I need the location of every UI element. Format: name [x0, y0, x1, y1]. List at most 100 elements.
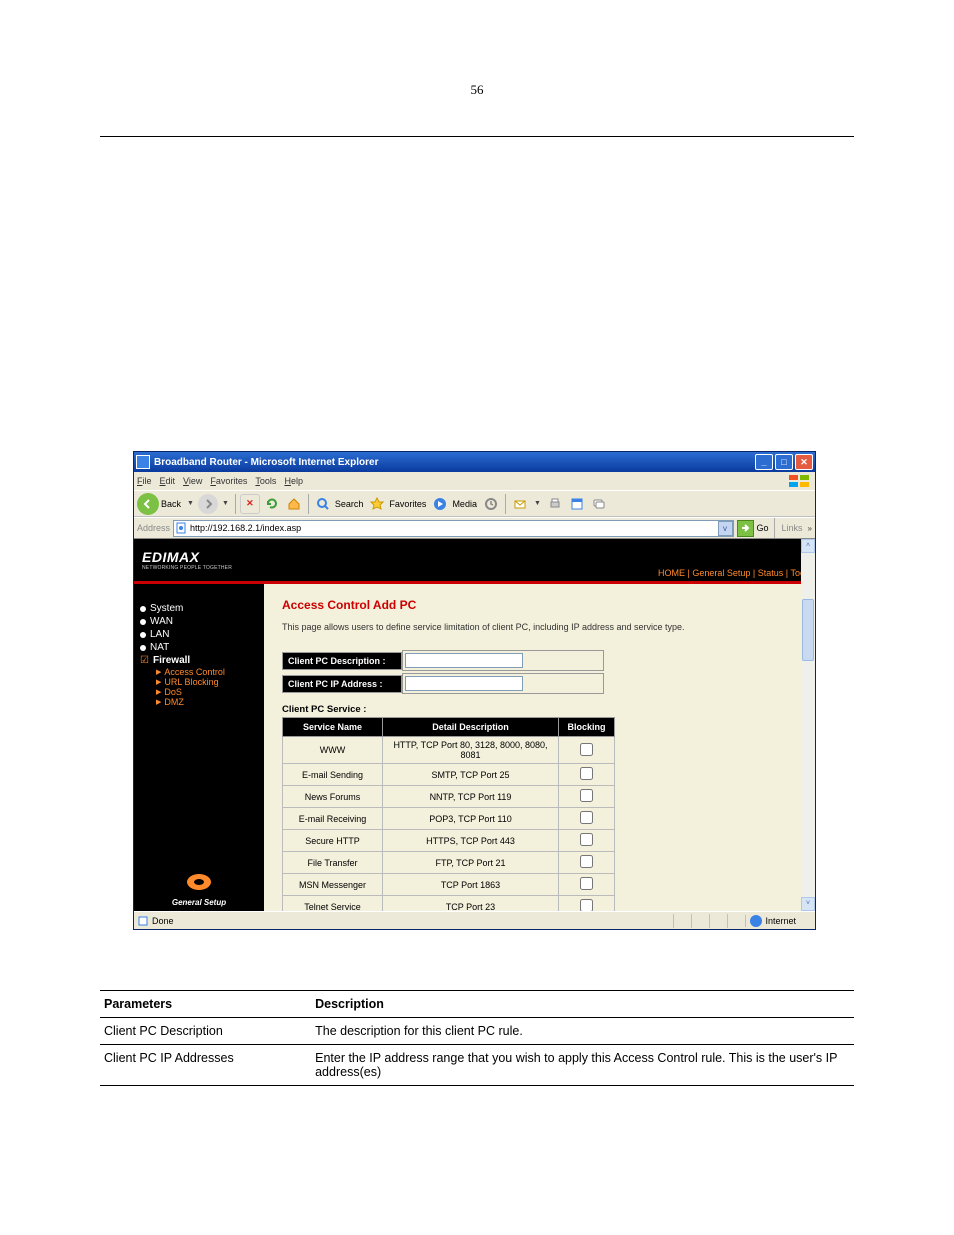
def-h2: Description — [311, 991, 854, 1018]
history-button[interactable] — [481, 494, 501, 514]
blocking-checkbox[interactable] — [580, 855, 593, 868]
cell-service-name: WWW — [283, 737, 383, 764]
forward-dropdown-icon[interactable]: ▼ — [222, 500, 229, 507]
blocking-checkbox[interactable] — [580, 743, 593, 756]
ie-window: Broadband Router - Microsoft Internet Ex… — [133, 451, 816, 930]
scroll-down-icon[interactable]: ˅ — [801, 897, 815, 911]
link-home[interactable]: HOME — [658, 568, 685, 578]
menu-favorites[interactable]: Favorites — [210, 476, 247, 486]
input-client-pc-description[interactable] — [405, 653, 523, 668]
bullet-icon — [140, 606, 146, 612]
back-dropdown-icon[interactable]: ▼ — [187, 500, 194, 507]
blocking-checkbox[interactable] — [580, 767, 593, 780]
maximize-button[interactable]: □ — [775, 454, 793, 470]
stop-button[interactable]: ✕ — [240, 494, 260, 514]
top-links: HOME | General Setup | Status | Tool — [658, 568, 807, 578]
blocking-checkbox[interactable] — [580, 833, 593, 846]
media-button[interactable] — [430, 494, 450, 514]
search-button[interactable] — [313, 494, 333, 514]
separator-icon — [505, 494, 506, 514]
sidebar-sub-dmz[interactable]: ▶DMZ — [156, 697, 258, 707]
triangle-icon: ▶ — [156, 678, 161, 686]
brand-logo: EDIMAX — [142, 549, 199, 565]
banner: EDIMAX NETWORKING PEOPLE TOGETHER HOME |… — [134, 539, 815, 581]
th-blocking: Blocking — [559, 718, 615, 737]
page-description: This page allows users to define service… — [282, 622, 797, 632]
media-label: Media — [452, 499, 477, 509]
blocking-checkbox[interactable] — [580, 811, 593, 824]
status-pane — [709, 914, 727, 928]
vertical-scrollbar[interactable]: ˄ ˅ — [801, 539, 815, 911]
menu-file[interactable]: File — [137, 476, 152, 486]
sidebar-item-system[interactable]: System — [140, 602, 258, 615]
globe-icon — [750, 915, 762, 927]
blocking-checkbox[interactable] — [580, 899, 593, 911]
cell-service-name: Telnet Service — [283, 896, 383, 912]
forward-button[interactable] — [198, 494, 218, 514]
triangle-icon: ▶ — [156, 668, 161, 676]
scroll-thumb[interactable] — [802, 599, 814, 661]
status-zone: Internet — [745, 915, 812, 927]
edit-button[interactable] — [567, 494, 587, 514]
refresh-button[interactable] — [262, 494, 282, 514]
sidebar-item-lan[interactable]: LAN — [140, 628, 258, 641]
blocking-checkbox[interactable] — [580, 877, 593, 890]
menu-view[interactable]: View — [183, 476, 202, 486]
def-r2a: Client PC IP Addresses — [100, 1045, 311, 1086]
cell-detail-description: TCP Port 23 — [383, 896, 559, 912]
sidebar-sub-url-blocking[interactable]: ▶URL Blocking — [156, 677, 258, 687]
gear-icon — [181, 869, 217, 895]
label-client-pc-ip: Client PC IP Address : — [282, 675, 402, 693]
table-row: E-mail ReceivingPOP3, TCP Port 110 — [283, 808, 615, 830]
ie-icon — [136, 455, 150, 469]
menu-bar: File Edit View Favorites Tools Help — [134, 472, 815, 490]
sidebar-sub-access-control[interactable]: ▶Access Control — [156, 667, 258, 677]
address-input[interactable] — [188, 523, 717, 533]
link-general-setup[interactable]: General Setup — [692, 568, 750, 578]
bullet-icon — [140, 619, 146, 625]
cell-blocking — [559, 808, 615, 830]
window-title: Broadband Router - Microsoft Internet Ex… — [154, 457, 755, 468]
table-row: WWWHTTP, TCP Port 80, 3128, 8000, 8080, … — [283, 737, 615, 764]
cell-service-name: File Transfer — [283, 852, 383, 874]
menu-tools[interactable]: Tools — [255, 476, 276, 486]
content-area: Access Control Add PC This page allows u… — [264, 584, 815, 911]
sidebar-sub-label: DoS — [164, 687, 182, 697]
cell-detail-description: TCP Port 1863 — [383, 874, 559, 896]
cell-detail-description: NNTP, TCP Port 119 — [383, 786, 559, 808]
scroll-track[interactable] — [801, 553, 815, 897]
sidebar-item-wan[interactable]: WAN — [140, 615, 258, 628]
scroll-up-icon[interactable]: ˄ — [801, 539, 815, 553]
separator-icon — [235, 494, 236, 514]
table-row: Telnet ServiceTCP Port 23 — [283, 896, 615, 912]
menu-edit[interactable]: Edit — [160, 476, 176, 486]
sidebar-caption: General Setup — [134, 898, 264, 907]
chevron-icon[interactable]: » — [808, 524, 812, 533]
sidebar-sub-label: Access Control — [164, 667, 225, 677]
th-detail-description: Detail Description — [383, 718, 559, 737]
sidebar-sub-dos[interactable]: ▶DoS — [156, 687, 258, 697]
status-bar: Done Internet — [134, 911, 815, 929]
brand-tagline: NETWORKING PEOPLE TOGETHER — [142, 565, 232, 571]
cell-detail-description: HTTP, TCP Port 80, 3128, 8000, 8080, 808… — [383, 737, 559, 764]
mail-button[interactable] — [510, 494, 530, 514]
address-dropdown-icon[interactable]: v — [718, 521, 733, 536]
blocking-checkbox[interactable] — [580, 789, 593, 802]
home-button[interactable] — [284, 494, 304, 514]
favorites-button[interactable] — [367, 494, 387, 514]
go-button[interactable] — [737, 520, 754, 537]
print-button[interactable] — [545, 494, 565, 514]
input-client-pc-ip[interactable] — [405, 676, 523, 691]
mail-dropdown-icon[interactable]: ▼ — [534, 500, 541, 507]
back-button[interactable] — [137, 493, 159, 515]
close-button[interactable]: ✕ — [795, 454, 813, 470]
menu-help[interactable]: Help — [284, 476, 303, 486]
link-status[interactable]: Status — [758, 568, 784, 578]
sidebar-item-firewall[interactable]: ☑Firewall — [140, 654, 258, 667]
triangle-icon: ▶ — [156, 688, 161, 696]
links-label[interactable]: Links — [780, 523, 805, 533]
discuss-button[interactable] — [589, 494, 609, 514]
sidebar-item-nat[interactable]: NAT — [140, 641, 258, 654]
minimize-button[interactable]: _ — [755, 454, 773, 470]
top-rule — [100, 136, 854, 137]
